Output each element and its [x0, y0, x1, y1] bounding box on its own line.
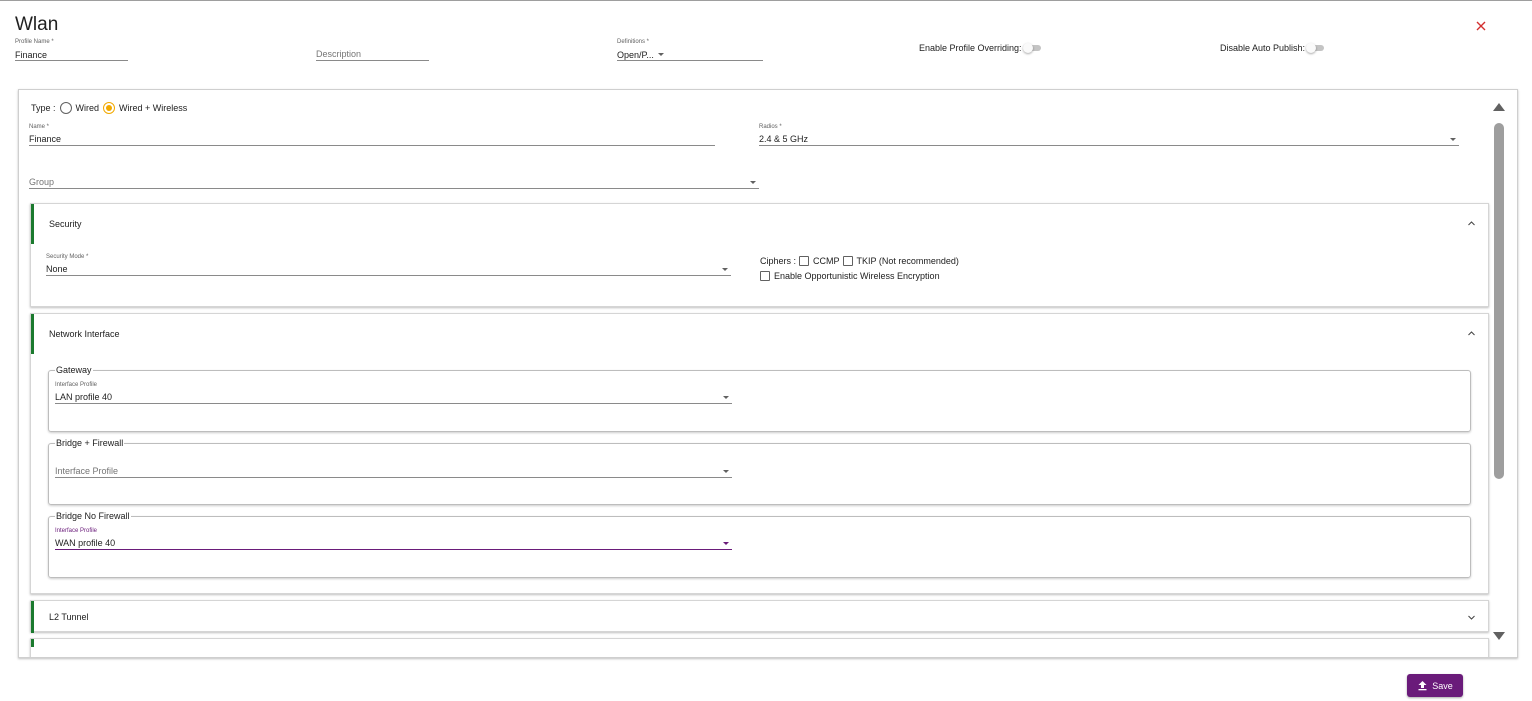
profile-name-input[interactable]: Finance: [15, 47, 128, 61]
network-interface-section-title[interactable]: Network Interface: [49, 329, 120, 339]
section-accent-bar: [31, 314, 34, 354]
enable-profile-overriding-label: Enable Profile Overriding:: [919, 43, 1022, 53]
gateway-fieldset: Gateway Interface Profile LAN profile 40: [48, 365, 1471, 432]
name-label: Name *: [29, 124, 50, 130]
disable-auto-publish-label: Disable Auto Publish:: [1220, 43, 1306, 53]
type-radio-group: Type : Wired Wired + Wireless: [31, 102, 187, 114]
owe-row: Enable Opportunistic Wireless Encryption: [757, 271, 940, 281]
radios-select[interactable]: Radios * 2.4 & 5 GHz: [759, 124, 1459, 146]
section-accent-bar: [31, 639, 34, 647]
l2-tunnel-section-title[interactable]: L2 Tunnel: [49, 612, 89, 622]
enable-profile-overriding: Enable Profile Overriding:: [919, 43, 1043, 53]
caret-down-icon: [722, 268, 728, 271]
bridge-firewall-legend: Bridge + Firewall: [55, 438, 125, 448]
description-input[interactable]: Description: [316, 47, 429, 61]
wlan-form-panel: Type : Wired Wired + Wireless Name * Fin…: [18, 89, 1518, 658]
type-option-wired-wireless-label: Wired + Wireless: [119, 103, 188, 113]
ccmp-checkbox[interactable]: [799, 256, 810, 266]
caret-down-icon: [723, 542, 729, 545]
caret-down-icon: [658, 53, 664, 56]
security-mode-select[interactable]: Security Mode * None: [46, 254, 731, 276]
owe-label: Enable Opportunistic Wireless Encryption: [774, 271, 940, 281]
scrollbar-thumb[interactable]: [1494, 123, 1504, 479]
section-accent-bar: [31, 204, 34, 244]
ccmp-label: CCMP: [813, 256, 840, 266]
owe-checkbox[interactable]: [760, 271, 770, 281]
save-button[interactable]: Save: [1407, 674, 1463, 697]
top-border: [0, 0, 1532, 1]
bridge-no-firewall-interface-profile-label: Interface Profile: [55, 528, 98, 534]
type-radio-wired-wireless[interactable]: [103, 102, 116, 114]
security-mode-value: None: [46, 264, 68, 274]
profile-name-label: Profile Name *: [15, 39, 54, 45]
scroll-down-icon[interactable]: [1493, 632, 1505, 640]
gateway-interface-profile-select[interactable]: Interface Profile LAN profile 40: [55, 382, 732, 404]
bridge-no-firewall-interface-profile-select[interactable]: Interface Profile WAN profile 40: [55, 528, 732, 550]
gateway-legend: Gateway: [55, 365, 93, 375]
next-section-partial: [30, 638, 1489, 657]
network-interface-section: Network Interface Gateway Interface Prof…: [30, 313, 1489, 594]
group-placeholder: Group: [29, 177, 55, 187]
caret-down-icon: [750, 181, 756, 184]
gateway-interface-profile-value: LAN profile 40: [55, 392, 113, 402]
definitions-select[interactable]: Definitions * Open/P...: [617, 39, 763, 61]
disable-auto-publish: Disable Auto Publish:: [1220, 43, 1326, 53]
radios-label: Radios *: [759, 124, 782, 130]
caret-down-icon: [723, 396, 729, 399]
chevron-up-icon[interactable]: [1467, 219, 1476, 228]
section-accent-bar: [31, 601, 34, 633]
definitions-value: Open/P...: [617, 50, 654, 60]
dialog-title: Wlan: [15, 14, 59, 35]
gateway-interface-profile-label: Interface Profile: [55, 382, 98, 388]
caret-down-icon: [1450, 138, 1456, 141]
type-label: Type :: [31, 103, 56, 113]
profile-name-field[interactable]: Profile Name * Finance: [15, 39, 128, 61]
security-section: Security Security Mode * None Ciphers : …: [30, 203, 1489, 307]
security-mode-label: Security Mode *: [46, 254, 89, 260]
bridge-firewall-interface-profile-placeholder: Interface Profile: [55, 466, 119, 476]
radios-value: 2.4 & 5 GHz: [759, 134, 809, 144]
tkip-checkbox[interactable]: [842, 256, 853, 266]
name-input[interactable]: Finance: [29, 132, 715, 146]
definitions-label: Definitions *: [617, 39, 650, 45]
name-field[interactable]: Name * Finance: [29, 124, 715, 146]
description-field[interactable]: Description: [316, 47, 429, 61]
tkip-label: TKIP (Not recommended): [856, 256, 959, 266]
bridge-no-firewall-interface-profile-value: WAN profile 40: [55, 538, 116, 548]
type-radio-wired[interactable]: [59, 102, 72, 114]
chevron-down-icon[interactable]: [1467, 613, 1476, 622]
l2-tunnel-section[interactable]: L2 Tunnel: [30, 600, 1489, 633]
enable-profile-overriding-toggle[interactable]: [1022, 43, 1043, 53]
type-option-wired-label: Wired: [75, 103, 100, 113]
upload-icon: [1418, 681, 1427, 691]
save-label: Save: [1432, 680, 1453, 691]
close-icon[interactable]: [1474, 19, 1488, 33]
bridge-firewall-fieldset: Bridge + Firewall Interface Profile: [48, 438, 1471, 505]
bridge-firewall-interface-profile-select[interactable]: Interface Profile: [55, 464, 732, 478]
ciphers-label: Ciphers :: [760, 256, 797, 266]
caret-down-icon: [723, 470, 729, 473]
bridge-no-firewall-fieldset: Bridge No Firewall Interface Profile WAN…: [48, 511, 1471, 578]
group-select[interactable]: Group: [29, 175, 759, 189]
bridge-no-firewall-legend: Bridge No Firewall: [55, 511, 131, 521]
disable-auto-publish-toggle[interactable]: [1306, 43, 1326, 53]
panel-scrollbar[interactable]: [1493, 103, 1505, 640]
chevron-up-icon[interactable]: [1467, 329, 1476, 338]
security-section-title[interactable]: Security: [49, 219, 82, 229]
scroll-up-icon[interactable]: [1493, 103, 1505, 111]
ciphers-row: Ciphers : CCMP TKIP (Not recommended): [760, 256, 959, 266]
